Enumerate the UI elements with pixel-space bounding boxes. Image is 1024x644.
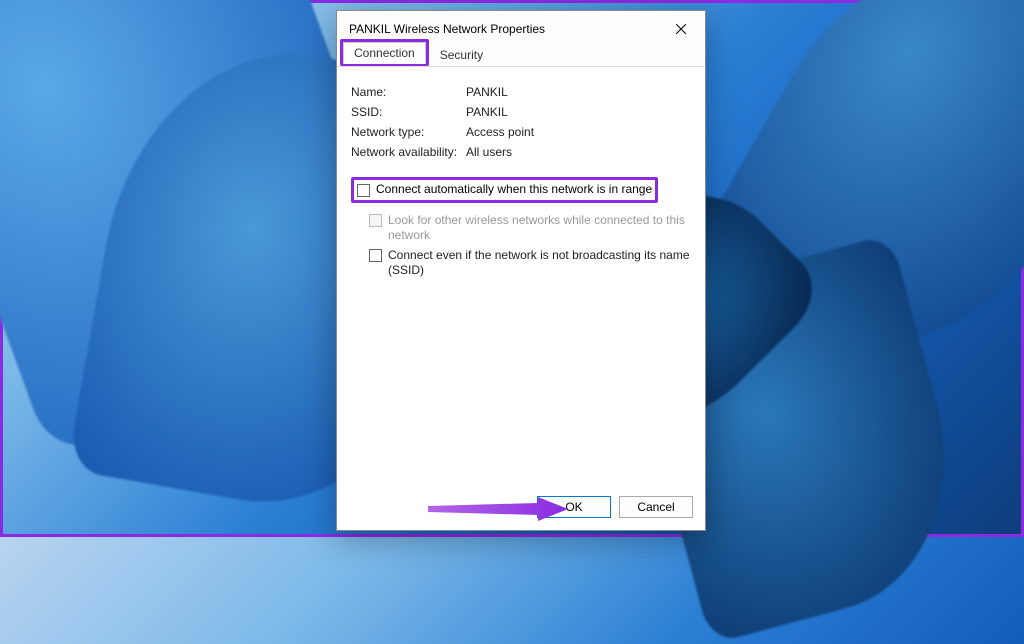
look-other-row: Look for other wireless networks while c… [351,211,691,246]
tab-connection[interactable]: Connection [343,42,426,64]
cancel-button[interactable]: Cancel [619,496,693,518]
wireless-properties-dialog: PANKIL Wireless Network Properties Conne… [336,10,706,531]
tab-security[interactable]: Security [429,44,494,66]
connect-hidden-checkbox[interactable] [369,249,382,262]
network-info-grid: Name: PANKIL SSID: PANKIL Network type: … [351,85,691,159]
dialog-button-row: OK Cancel [337,488,705,530]
tab-content: Name: PANKIL SSID: PANKIL Network type: … [337,67,705,488]
name-value: PANKIL [466,85,691,99]
look-other-checkbox [369,214,382,227]
connect-hidden-label[interactable]: Connect even if the network is not broad… [388,248,691,279]
dialog-title: PANKIL Wireless Network Properties [349,22,545,36]
network-availability-label: Network availability: [351,145,466,159]
auto-connect-highlight: Connect automatically when this network … [351,177,658,203]
connect-hidden-row: Connect even if the network is not broad… [351,246,691,281]
ok-button[interactable]: OK [537,496,611,518]
close-button[interactable] [667,19,695,39]
ssid-label: SSID: [351,105,466,119]
connection-tab-highlight: Connection [340,39,429,66]
network-availability-value: All users [466,145,691,159]
close-icon [676,24,686,34]
look-other-label: Look for other wireless networks while c… [388,213,691,244]
network-type-value: Access point [466,125,691,139]
name-label: Name: [351,85,466,99]
network-type-label: Network type: [351,125,466,139]
auto-connect-checkbox[interactable] [357,184,370,197]
auto-connect-label[interactable]: Connect automatically when this network … [376,182,652,198]
tabs-row: Connection Security [337,43,705,67]
ssid-value: PANKIL [466,105,691,119]
